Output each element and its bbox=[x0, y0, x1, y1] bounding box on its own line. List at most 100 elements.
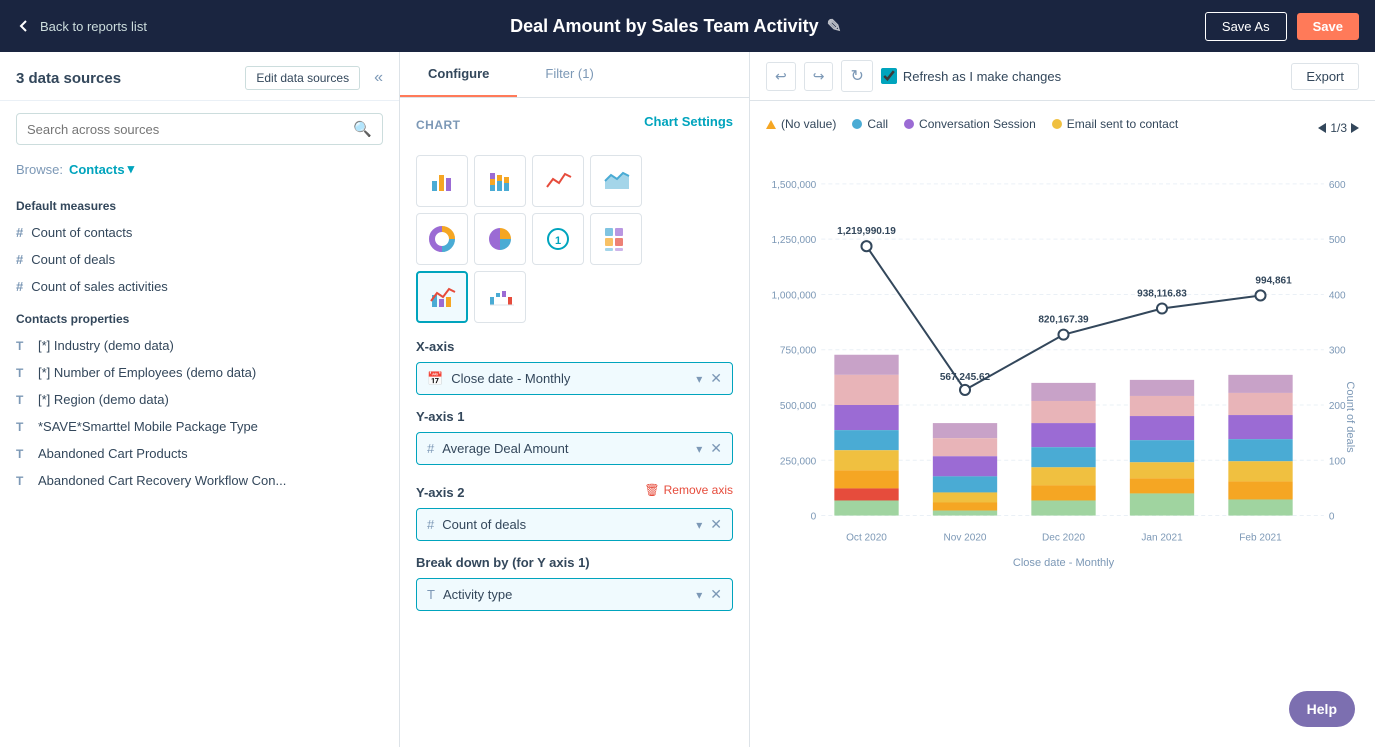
tab-filter[interactable]: Filter (1) bbox=[517, 52, 621, 97]
chart-type-selector: 1 bbox=[416, 155, 733, 323]
browse-row: Browse: Contacts ▾ bbox=[0, 157, 399, 187]
svg-text:500,000: 500,000 bbox=[780, 401, 817, 412]
refresh-button[interactable]: ↻ bbox=[841, 60, 872, 92]
search-input[interactable] bbox=[27, 122, 353, 137]
svg-text:0: 0 bbox=[811, 512, 817, 523]
svg-text:Feb 2021: Feb 2021 bbox=[1239, 533, 1282, 544]
property-abandoned-cart-products[interactable]: T Abandoned Cart Products bbox=[0, 440, 399, 467]
chart-type-number[interactable]: 1 bbox=[532, 213, 584, 265]
contacts-properties-title: Contacts properties bbox=[0, 300, 399, 332]
chart-type-bar[interactable] bbox=[416, 155, 468, 207]
search-icon: 🔍 bbox=[353, 120, 372, 138]
breakdown-selector[interactable]: T Activity type ▾ ✕ bbox=[416, 578, 733, 611]
breakdown-close-icon[interactable]: ✕ bbox=[710, 586, 722, 603]
chart-area: (No value) Call Conversation Session Ema… bbox=[750, 101, 1375, 747]
yaxis2-close-icon[interactable]: ✕ bbox=[710, 516, 722, 533]
browse-chevron-icon: ▾ bbox=[128, 161, 135, 177]
header: Back to reports list Deal Amount by Sale… bbox=[0, 0, 1375, 52]
yaxis2-label: Y-axis 2 bbox=[416, 485, 464, 500]
yaxis2-selector[interactable]: # Count of deals ▾ ✕ bbox=[416, 508, 733, 541]
property-abandoned-cart-recovery[interactable]: T Abandoned Cart Recovery Workflow Con..… bbox=[0, 467, 399, 494]
yaxis1-selector[interactable]: # Average Deal Amount ▾ ✕ bbox=[416, 432, 733, 465]
left-sidebar: 3 data sources Edit data sources « 🔍 Bro… bbox=[0, 52, 400, 747]
browse-dropdown[interactable]: Contacts ▾ bbox=[69, 161, 134, 177]
edit-title-icon[interactable]: ✎ bbox=[827, 16, 842, 37]
save-as-button[interactable]: Save As bbox=[1205, 12, 1287, 41]
svg-text:994,861: 994,861 bbox=[1255, 275, 1292, 286]
yaxis2-hash-icon: # bbox=[427, 517, 434, 532]
breakdown-label: Break down by (for Y axis 1) bbox=[416, 555, 733, 570]
pagination-next-icon bbox=[1351, 123, 1359, 133]
svg-text:Oct 2020: Oct 2020 bbox=[846, 533, 887, 544]
save-button[interactable]: Save bbox=[1297, 13, 1359, 40]
yaxis1-chevron-icon: ▾ bbox=[696, 442, 702, 456]
configure-panel: Configure Filter (1) Chart Chart Setting… bbox=[400, 52, 750, 747]
search-box: 🔍 bbox=[16, 113, 383, 145]
help-button[interactable]: Help bbox=[1289, 691, 1355, 727]
chart-type-line[interactable] bbox=[532, 155, 584, 207]
property-employees[interactable]: T [*] Number of Employees (demo data) bbox=[0, 359, 399, 386]
yaxis1-close-icon[interactable]: ✕ bbox=[710, 440, 722, 457]
yaxis2-chevron-icon: ▾ bbox=[696, 518, 702, 532]
property-industry[interactable]: T [*] Industry (demo data) bbox=[0, 332, 399, 359]
legend-call: Call bbox=[852, 117, 888, 131]
chart-settings-link[interactable]: Chart Settings bbox=[644, 114, 733, 129]
svg-text:100: 100 bbox=[1329, 456, 1346, 467]
redo-button[interactable]: ↪ bbox=[804, 62, 834, 91]
xaxis-selector[interactable]: 📅 Close date - Monthly ▾ ✕ bbox=[416, 362, 733, 395]
yaxis1-hash-icon: # bbox=[427, 441, 434, 456]
legend-conversation: Conversation Session bbox=[904, 117, 1036, 131]
refresh-checkbox-label: Refresh as I make changes bbox=[881, 68, 1061, 84]
chart-type-area[interactable] bbox=[590, 155, 642, 207]
legend-triangle-icon bbox=[766, 120, 776, 129]
svg-text:938,116.83: 938,116.83 bbox=[1137, 288, 1187, 299]
chart-type-waterfall[interactable] bbox=[474, 271, 526, 323]
chart-type-stacked-bar[interactable] bbox=[474, 155, 526, 207]
header-actions: Save As Save bbox=[1205, 12, 1359, 41]
svg-text:1,000,000: 1,000,000 bbox=[772, 290, 817, 301]
chart-section-label: Chart bbox=[416, 118, 461, 132]
undo-button[interactable]: ↩ bbox=[766, 62, 796, 91]
svg-text:567,245.62: 567,245.62 bbox=[940, 372, 991, 383]
svg-text:Nov 2020: Nov 2020 bbox=[943, 533, 986, 544]
chart-type-combo[interactable] bbox=[416, 271, 468, 323]
legend-email: Email sent to contact bbox=[1052, 117, 1178, 131]
legend-no-value: (No value) bbox=[766, 117, 836, 131]
export-button[interactable]: Export bbox=[1291, 63, 1359, 90]
svg-text:Jan 2021: Jan 2021 bbox=[1141, 533, 1183, 544]
chart-svg: Average Deal Amount Count of deals 0 250… bbox=[766, 145, 1359, 665]
chart-type-pie[interactable] bbox=[474, 213, 526, 265]
edit-sources-button[interactable]: Edit data sources bbox=[245, 66, 360, 90]
svg-text:820,167.39: 820,167.39 bbox=[1038, 315, 1089, 326]
measure-sales-activities[interactable]: # Count of sales activities bbox=[0, 273, 399, 300]
xaxis-close-icon[interactable]: ✕ bbox=[710, 370, 722, 387]
measure-deals[interactable]: # Count of deals bbox=[0, 246, 399, 273]
legend-call-dot bbox=[852, 119, 862, 129]
chart-type-donut[interactable] bbox=[416, 213, 468, 265]
default-measures-title: Default measures bbox=[0, 187, 399, 219]
back-button[interactable]: Back to reports list bbox=[16, 18, 147, 34]
svg-text:1,250,000: 1,250,000 bbox=[772, 235, 817, 246]
measure-contacts[interactable]: # Count of contacts bbox=[0, 219, 399, 246]
property-mobile-package[interactable]: T *SAVE*Smarttel Mobile Package Type bbox=[0, 413, 399, 440]
svg-text:400: 400 bbox=[1329, 290, 1346, 301]
chart-type-grid[interactable] bbox=[590, 213, 642, 265]
pagination-prev-icon bbox=[1318, 123, 1326, 133]
chart-toolbar: ↩ ↪ ↻ Refresh as I make changes Export bbox=[750, 52, 1375, 101]
browse-label: Browse: bbox=[16, 162, 63, 177]
remove-yaxis2-button[interactable]: 🗑 Remove axis bbox=[644, 483, 733, 497]
legend-email-dot bbox=[1052, 119, 1062, 129]
xaxis-label: X-axis bbox=[416, 339, 733, 354]
svg-text:300: 300 bbox=[1329, 346, 1346, 357]
refresh-checkbox[interactable] bbox=[881, 68, 897, 84]
tab-configure[interactable]: Configure bbox=[400, 52, 517, 97]
chart-legend: (No value) Call Conversation Session Ema… bbox=[766, 117, 1178, 131]
yaxis2-header: Y-axis 2 🗑 Remove axis bbox=[416, 471, 733, 508]
property-region[interactable]: T [*] Region (demo data) bbox=[0, 386, 399, 413]
svg-text:750,000: 750,000 bbox=[780, 346, 817, 357]
collapse-sidebar-button[interactable]: « bbox=[374, 69, 383, 87]
chart-panel: ↩ ↪ ↻ Refresh as I make changes Export (… bbox=[750, 52, 1375, 747]
svg-text:Dec 2020: Dec 2020 bbox=[1042, 533, 1085, 544]
tabs: Configure Filter (1) bbox=[400, 52, 749, 98]
yaxis1-label: Y-axis 1 bbox=[416, 409, 733, 424]
